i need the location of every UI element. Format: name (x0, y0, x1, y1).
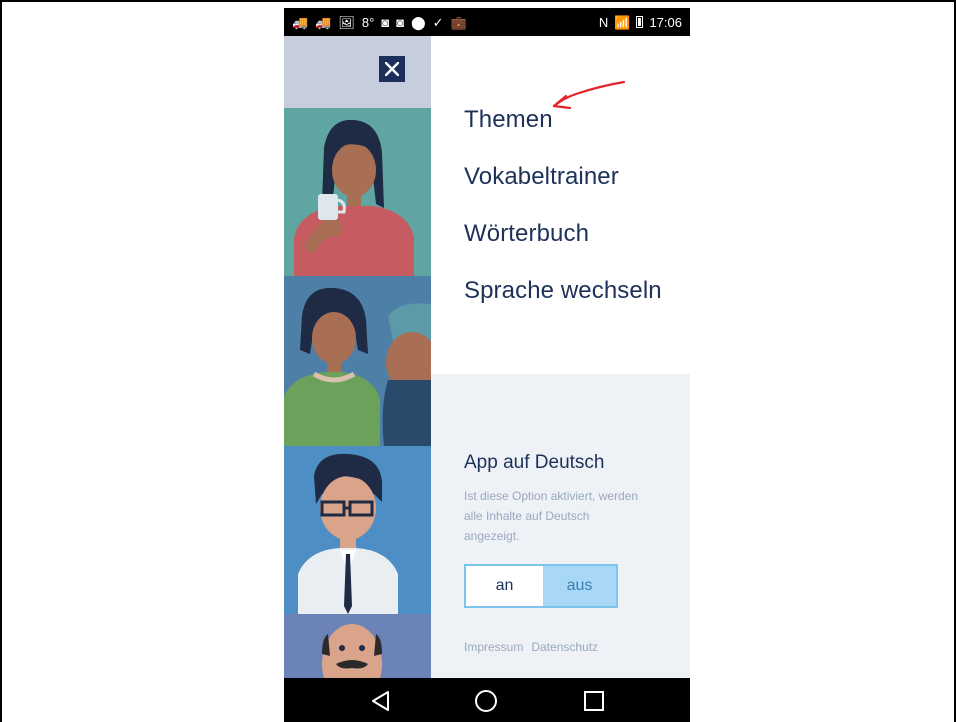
status-icons-right: N 📶 17:06 (599, 15, 682, 30)
signal-icon: 📶 (614, 14, 631, 30)
notification-app-icon: ◙ (396, 14, 405, 30)
illustration-panel (284, 36, 431, 678)
illustration-bald-man (284, 614, 431, 678)
notification-truck-icon: 🚚 (292, 14, 309, 30)
footer-links: Impressum Datenschutz (464, 640, 598, 654)
notification-nav-icon: ⬤ (411, 14, 426, 30)
home-circle-icon (475, 690, 497, 712)
notification-check-icon: ✓ (432, 14, 444, 30)
home-button[interactable] (472, 688, 500, 714)
navigation-menu-panel: Themen Vokabeltrainer Wörterbuch Sprache… (431, 36, 690, 678)
option-description: Ist diese Option aktiviert, werden alle … (464, 489, 639, 543)
toggle-aus-button[interactable]: aus (543, 566, 616, 606)
recents-square-icon (584, 691, 604, 711)
back-button[interactable] (367, 688, 395, 714)
illustration-woman-and-man (284, 276, 431, 446)
datenschutz-link[interactable]: Datenschutz (531, 640, 598, 654)
nfc-icon: N (598, 14, 609, 30)
illustration-top-band (284, 36, 431, 108)
language-option-panel: App auf Deutsch Ist diese Option aktivie… (431, 374, 690, 678)
weather-temperature: 8° (361, 14, 375, 30)
impressum-link[interactable]: Impressum (464, 640, 523, 654)
menu-item-sprache-wechseln[interactable]: Sprache wechseln (464, 277, 662, 305)
android-navigation-bar (284, 678, 690, 722)
option-title: App auf Deutsch (464, 452, 605, 473)
notification-image-icon: 🖼 (338, 14, 355, 30)
recents-button[interactable] (580, 688, 608, 714)
notification-truck-icon: 🚚 (315, 14, 332, 30)
annotation-arrow-icon (552, 80, 626, 110)
menu-item-woerterbuch[interactable]: Wörterbuch (464, 220, 589, 248)
battery-icon (636, 16, 644, 28)
close-icon (385, 62, 399, 76)
close-button[interactable] (379, 56, 405, 82)
status-bar: 🚚 🚚 🖼 8° ◙ ◙ ⬤ ✓ 💼 N 📶 17:06 (284, 8, 690, 36)
illustration-woman-with-cup (284, 108, 431, 276)
menu-item-vokabeltrainer[interactable]: Vokabeltrainer (464, 163, 619, 191)
language-toggle[interactable]: an aus (464, 564, 618, 608)
notification-briefcase-icon: 💼 (450, 14, 467, 30)
status-icons-left: 🚚 🚚 🖼 8° ◙ ◙ ⬤ ✓ 💼 (292, 16, 467, 29)
back-triangle-icon (372, 691, 389, 711)
notification-app-icon: ◙ (381, 14, 390, 30)
illustration-doctor (284, 446, 431, 614)
toggle-an-button[interactable]: an (466, 566, 543, 606)
status-time: 17:06 (649, 14, 682, 30)
